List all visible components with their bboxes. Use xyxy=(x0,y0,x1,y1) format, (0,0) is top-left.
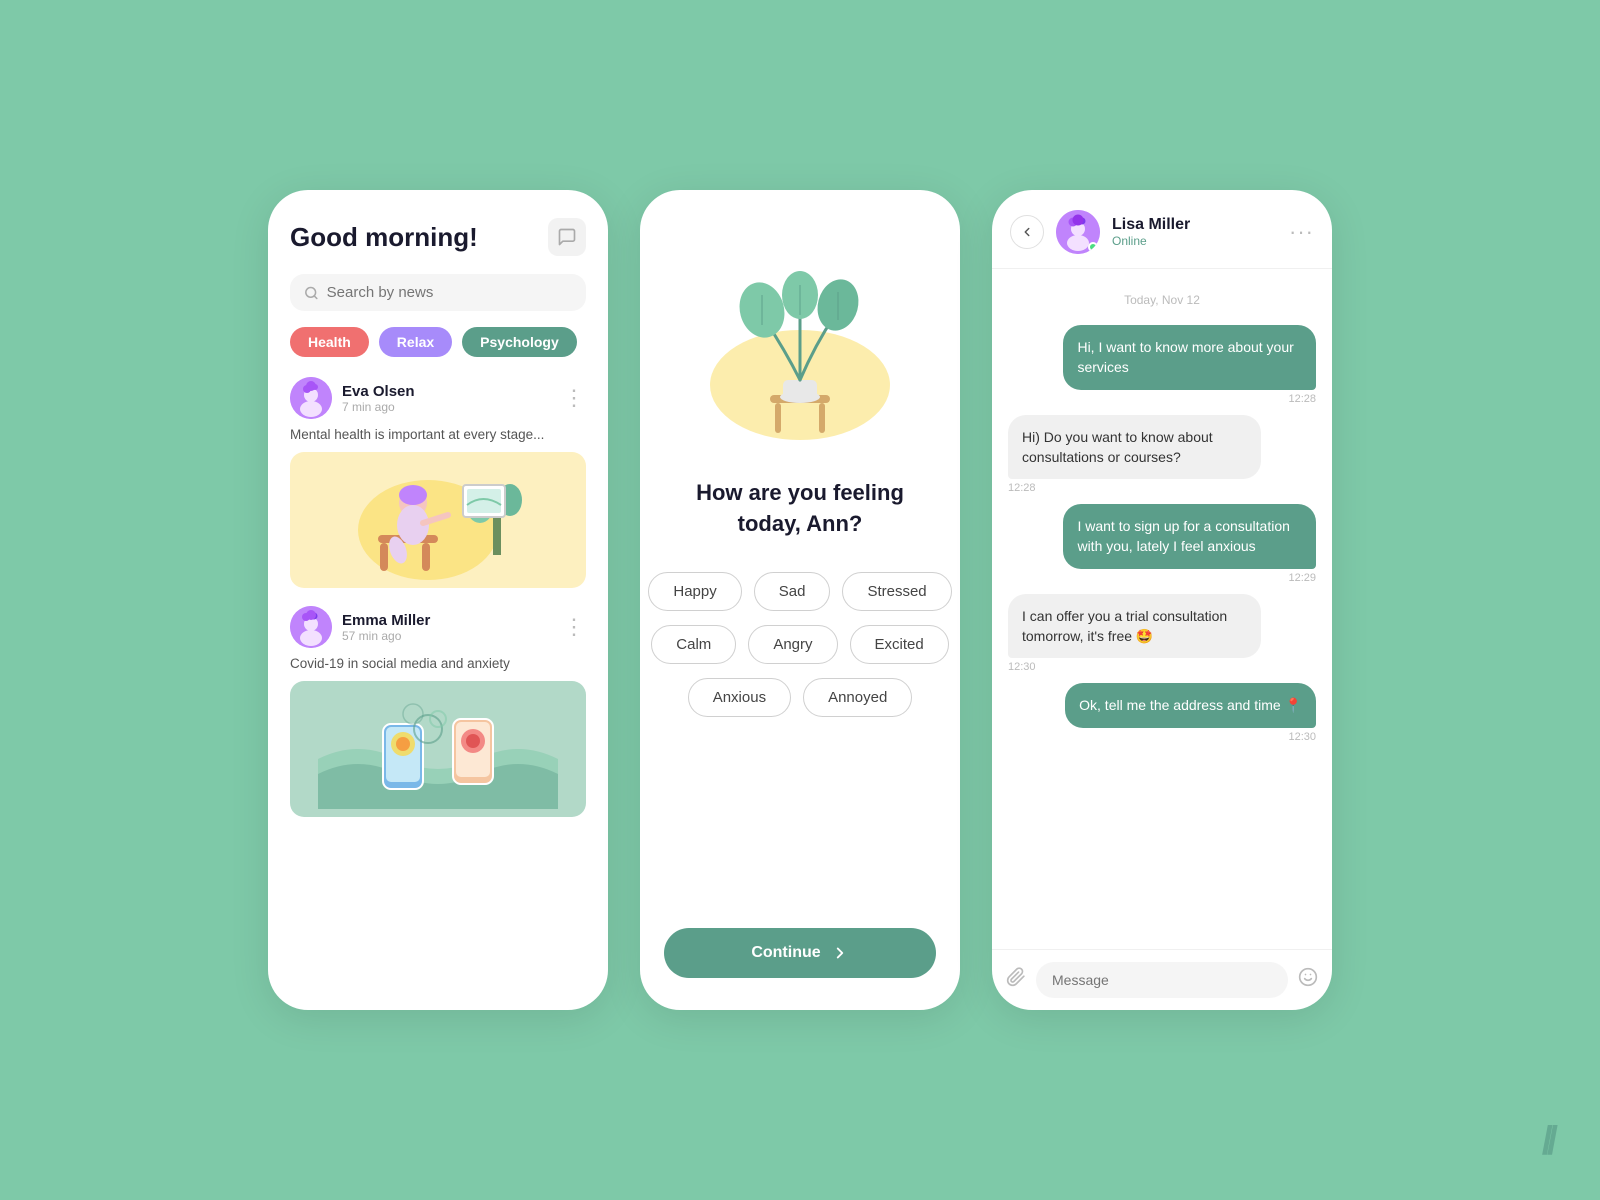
mood-annoyed[interactable]: Annoyed xyxy=(803,678,912,717)
emoji-button[interactable] xyxy=(1298,967,1318,993)
mood-row-2: Calm Angry Excited xyxy=(664,625,936,664)
msg-time-5: 12:30 xyxy=(1288,731,1316,743)
msg-time-4: 12:30 xyxy=(1008,661,1036,673)
mood-row-1: Happy Sad Stressed xyxy=(664,572,936,611)
message-4: I can offer you a trial consultation tom… xyxy=(1008,594,1316,674)
bubble-2: Hi) Do you want to know about consultati… xyxy=(1008,415,1261,480)
back-button[interactable] xyxy=(1010,215,1044,249)
mood-angry[interactable]: Angry xyxy=(748,625,837,664)
mood-happy[interactable]: Happy xyxy=(648,572,741,611)
mood-anxious[interactable]: Anxious xyxy=(688,678,791,717)
smiley-icon xyxy=(1298,967,1318,987)
mood-row-3: Anxious Annoyed xyxy=(664,678,936,717)
news-feed-card: Good morning! Health Relax Psychology L xyxy=(268,190,608,1010)
chat-header: Lisa Miller Online ··· xyxy=(992,190,1332,269)
chat-input-row xyxy=(992,949,1332,1010)
mood-chips-container: Happy Sad Stressed Calm Angry Excited An… xyxy=(664,572,936,717)
continue-button[interactable]: Continue xyxy=(664,928,936,978)
bubble-5: Ok, tell me the address and time 📍 xyxy=(1065,683,1316,727)
mood-excited[interactable]: Excited xyxy=(850,625,949,664)
search-input[interactable] xyxy=(327,284,572,301)
chat-messages: Today, Nov 12 Hi, I want to know more ab… xyxy=(992,269,1332,949)
bubble-4: I can offer you a trial consultation tom… xyxy=(1008,594,1261,659)
post-image-2 xyxy=(290,681,586,817)
chat-icon xyxy=(557,227,577,247)
avatar-emma xyxy=(290,606,332,648)
tag-health[interactable]: Health xyxy=(290,327,369,357)
mood-question: How are you feeling today, Ann? xyxy=(664,478,936,540)
date-divider: Today, Nov 12 xyxy=(1008,293,1316,307)
attach-button[interactable] xyxy=(1006,967,1026,993)
mood-check-card: How are you feeling today, Ann? Happy Sa… xyxy=(640,190,960,1010)
post-author-1: Eva Olsen xyxy=(342,383,553,400)
post-header-2: Emma Miller 57 min ago ⋮ xyxy=(290,606,586,648)
mood-stressed[interactable]: Stressed xyxy=(842,572,951,611)
message-5: Ok, tell me the address and time 📍 12:30 xyxy=(1008,683,1316,742)
online-status-dot xyxy=(1088,242,1098,252)
post-text-2: Covid-19 in social media and anxiety xyxy=(290,656,586,671)
paperclip-icon xyxy=(1006,967,1026,987)
chat-icon-button[interactable] xyxy=(548,218,586,256)
post-time-2: 57 min ago xyxy=(342,629,553,643)
contact-name: Lisa Miller xyxy=(1112,216,1277,234)
card1-header: Good morning! xyxy=(290,218,586,256)
post-card-2: Emma Miller 57 min ago ⋮ Covid-19 in soc… xyxy=(290,606,586,817)
post-menu-1[interactable]: ⋮ xyxy=(563,387,586,409)
mood-sad[interactable]: Sad xyxy=(754,572,831,611)
message-3: I want to sign up for a consultation wit… xyxy=(1008,504,1316,584)
chat-card: Lisa Miller Online ··· Today, Nov 12 Hi,… xyxy=(992,190,1332,1010)
post-menu-2[interactable]: ⋮ xyxy=(563,616,586,638)
greeting-title: Good morning! xyxy=(290,222,478,253)
post-author-2: Emma Miller xyxy=(342,612,553,629)
contact-status: Online xyxy=(1112,234,1277,248)
back-icon xyxy=(1020,225,1034,239)
bubble-1: Hi, I want to know more about your servi… xyxy=(1063,325,1316,390)
search-icon xyxy=(304,285,319,301)
message-input[interactable] xyxy=(1036,962,1288,998)
chat-contact-avatar xyxy=(1056,210,1100,254)
bubble-3: I want to sign up for a consultation wit… xyxy=(1063,504,1316,569)
avatar-eva xyxy=(290,377,332,419)
message-2: Hi) Do you want to know about consultati… xyxy=(1008,415,1316,495)
tag-relax[interactable]: Relax xyxy=(379,327,452,357)
post-header-1: Eva Olsen 7 min ago ⋮ xyxy=(290,377,586,419)
search-bar[interactable] xyxy=(290,274,586,311)
deco-slashes: // xyxy=(1542,1119,1552,1164)
message-1: Hi, I want to know more about your servi… xyxy=(1008,325,1316,405)
post-time-1: 7 min ago xyxy=(342,400,553,414)
mood-calm[interactable]: Calm xyxy=(651,625,736,664)
tags-row: Health Relax Psychology L xyxy=(290,327,586,357)
msg-time-3: 12:29 xyxy=(1288,572,1316,584)
post-card-1: Eva Olsen 7 min ago ⋮ Mental health is i… xyxy=(290,377,586,588)
continue-label: Continue xyxy=(751,944,820,962)
msg-time-1: 12:28 xyxy=(1288,393,1316,405)
post-image-1 xyxy=(290,452,586,588)
mood-illustration xyxy=(690,230,910,450)
tag-psychology[interactable]: Psychology xyxy=(462,327,577,357)
post-text-1: Mental health is important at every stag… xyxy=(290,427,586,442)
chevron-right-icon xyxy=(831,944,849,962)
msg-time-2: 12:28 xyxy=(1008,482,1036,494)
more-options-button[interactable]: ··· xyxy=(1289,219,1314,245)
